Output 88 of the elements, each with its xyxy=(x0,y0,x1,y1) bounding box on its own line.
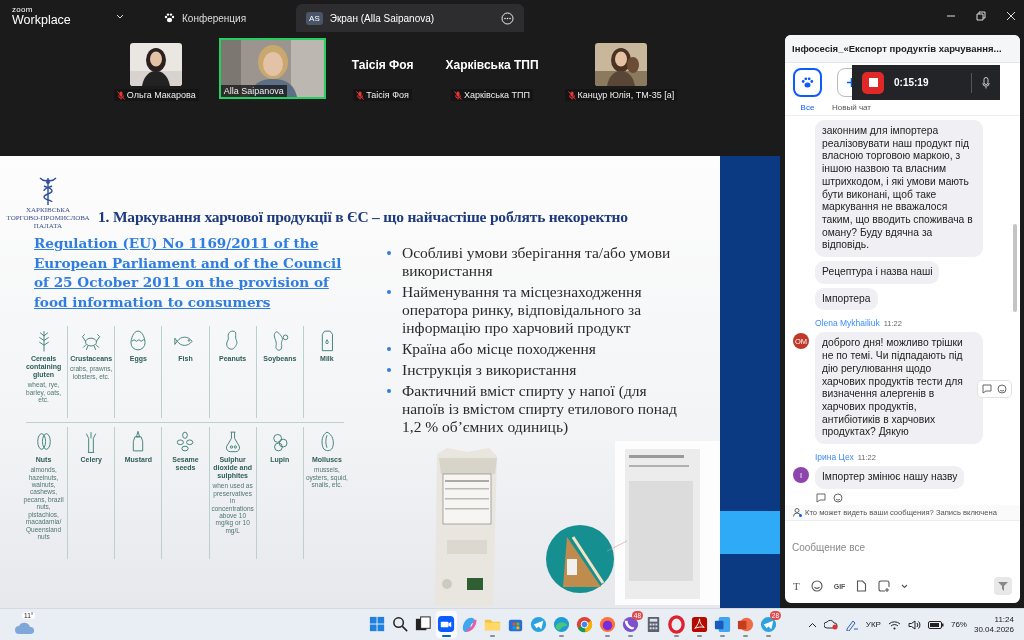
emoji-icon[interactable] xyxy=(810,580,823,592)
slide-title: 1. Маркування харчової продукції в ЄС – що найчастіше роблять некоректно xyxy=(98,208,628,227)
recording-time: 0:15:19 xyxy=(894,77,930,88)
running-indicator xyxy=(743,635,748,637)
running-indicator xyxy=(674,635,679,637)
slide-accent xyxy=(720,511,780,554)
participant-name: Таісія Фоя xyxy=(353,89,412,101)
muted-mic-icon xyxy=(454,90,463,100)
window-tab[interactable]: AS Экран (Alla Saipanova) xyxy=(296,4,525,32)
window-tab[interactable]: Конференция xyxy=(154,4,257,32)
message-bubble: Рецептура і назва наші xyxy=(815,261,940,284)
pen-icon[interactable] xyxy=(844,618,859,631)
participant-name: Канцур Юлія, ТМ-35 [a] xyxy=(564,89,678,101)
format-button[interactable]: T xyxy=(793,580,800,592)
screenshot-icon[interactable] xyxy=(878,580,891,592)
bullet-text: Фактичний вміст спирту у напої (для напоїв із вмістом спирту етилового понад 1,2 % об’ємних одиниць) xyxy=(402,382,678,436)
fox-icon[interactable] xyxy=(598,615,617,634)
send-button[interactable] xyxy=(994,577,1012,595)
running-indicator xyxy=(605,635,610,637)
paw-icon xyxy=(164,13,175,23)
stop-icon xyxy=(868,78,878,87)
bullet-text: Особливі умови зберігання та/або умови використання xyxy=(402,244,672,280)
running-indicator xyxy=(720,635,725,637)
cloud-error-icon[interactable] xyxy=(823,619,838,630)
language-indicator[interactable]: УКР xyxy=(865,620,881,629)
message-bubble: доброго дня! можливо трішки не по темі. Чи підпадають під дію регулювання щодо харчових продуктів тести для визначення алергенів в харчових продуктів, антибіотиків в харчових продуктах? Дякую xyxy=(815,332,983,445)
wave-icon[interactable] xyxy=(552,615,571,634)
bullet-icon xyxy=(387,368,391,372)
paper-plane-icon[interactable] xyxy=(529,615,548,634)
muted-mic-icon xyxy=(567,90,576,100)
file-icon[interactable] xyxy=(856,580,868,592)
app-logo-text: zoom xyxy=(12,5,34,14)
cloud-icon xyxy=(14,620,36,635)
close-icon[interactable] xyxy=(1006,11,1016,21)
participant-name: Ольга Макарова xyxy=(113,89,199,101)
battery-icon[interactable] xyxy=(927,620,944,629)
sender-name[interactable]: Olena Mykhailiuk xyxy=(815,318,880,329)
message-bubble: законним для імпортера реалізовувати наш продукт під власною торговою маркою, з іншою назвою та власним штрихкодом, і які умови мають бути виконані, щоб таке маркування не вважалося таким, що вводить споживача в оману? Буду вдячна за відповідь. xyxy=(815,120,983,258)
running-indicator xyxy=(559,635,564,637)
wifi-icon[interactable] xyxy=(887,619,901,630)
paper-plane-icon[interactable] xyxy=(759,615,778,634)
stop-recording-button[interactable] xyxy=(862,71,884,94)
chevron-down-icon[interactable] xyxy=(901,583,909,589)
battery-level: 76% xyxy=(950,620,967,629)
participant-display-name: Харківська ТПП xyxy=(444,56,540,74)
globe-icon[interactable] xyxy=(575,615,594,634)
message-bubble: Імпортер змінює нашу назву xyxy=(815,466,965,489)
running-indicator xyxy=(442,635,451,637)
message-bubble: Імпортера xyxy=(815,287,878,311)
participant-name: Харківська ТПП xyxy=(451,89,533,101)
running-indicator xyxy=(628,635,633,637)
bullet-icon xyxy=(387,389,391,393)
running-indicator xyxy=(697,635,702,637)
phone-icon[interactable] xyxy=(621,615,640,634)
video-camera-icon[interactable] xyxy=(437,615,456,634)
group-icon xyxy=(801,77,814,88)
chat-title: Інфосесія_«Експорт продуктів харчування... xyxy=(792,43,1002,54)
bullet-icon xyxy=(387,290,391,294)
participant-display-name: Таісія Фоя xyxy=(350,56,415,74)
bullet-text: Найменування та місцезнаходження оператора ринку, відповідального за інформацію про харчовий продукт xyxy=(402,283,643,337)
running-indicator xyxy=(490,635,495,637)
sender-name[interactable]: Ірина Цех xyxy=(815,452,854,463)
participant-name: Alla Saipanova xyxy=(220,85,287,97)
ring-icon[interactable] xyxy=(667,615,686,634)
emoji-icon[interactable] xyxy=(833,492,843,503)
clock[interactable]: 11:24 30.04.2026 xyxy=(973,614,1014,635)
reply-icon[interactable] xyxy=(982,384,993,395)
muted-mic-icon xyxy=(356,90,365,100)
emoji-icon[interactable] xyxy=(997,384,1007,395)
bullet-text: Інструкція з використання xyxy=(402,361,578,379)
person-icon xyxy=(793,508,802,517)
restore-icon[interactable] xyxy=(976,11,986,21)
swirl-icon[interactable] xyxy=(460,615,479,634)
search-icon[interactable] xyxy=(391,615,410,634)
send-icon xyxy=(998,581,1008,591)
running-indicator xyxy=(766,635,771,637)
more-icon[interactable] xyxy=(501,11,515,25)
muted-mic-icon xyxy=(116,90,125,100)
regulation-link[interactable]: Regulation (EU) No 1169/2011 of the European Parliament and of the Council of 25 October 2011 on the provision of food information to consumers xyxy=(34,234,354,312)
reply-icon[interactable] xyxy=(816,492,827,503)
bullet-icon xyxy=(387,347,391,351)
start-icon[interactable] xyxy=(368,615,387,634)
app-name: Workplace xyxy=(12,13,72,27)
bullet-icon xyxy=(387,251,391,255)
bullet-text: Країна або місце походження xyxy=(402,340,597,358)
microphone-icon[interactable] xyxy=(982,76,990,89)
speaker-icon[interactable] xyxy=(907,619,921,630)
chevron-up-icon[interactable] xyxy=(807,621,817,628)
